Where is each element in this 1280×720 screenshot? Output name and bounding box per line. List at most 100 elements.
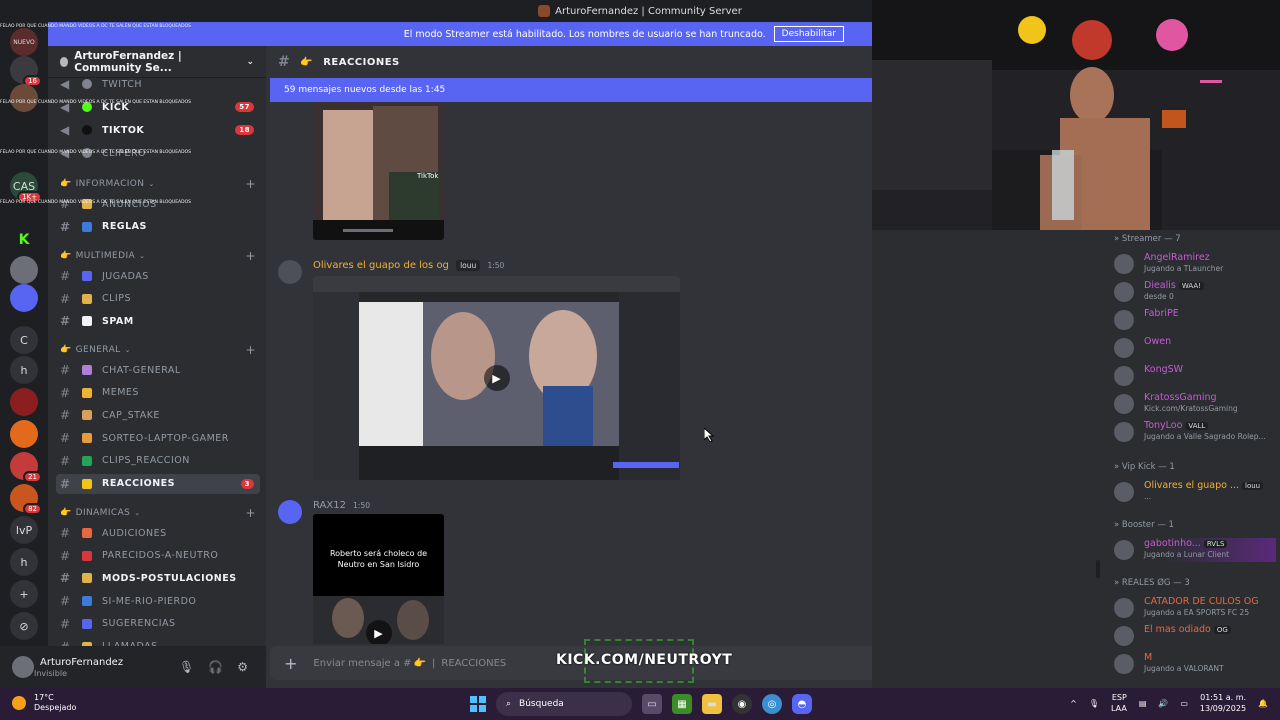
member-item[interactable]: KratossGaming Kick.com/KratossGaming bbox=[1114, 392, 1276, 416]
gear-icon[interactable]: ⚙ bbox=[237, 660, 248, 674]
pointing-hand-icon: 👉 bbox=[60, 345, 72, 355]
notification-bell-icon[interactable]: 🔔 bbox=[1258, 699, 1268, 708]
member-name-row: Olivares el guapo ... louu bbox=[1144, 480, 1264, 491]
member-tag: OG bbox=[1213, 626, 1231, 634]
channel-item-parecidos-a-neutro[interactable]: # PARECIDOS-A-NEUTRO bbox=[56, 546, 260, 566]
member-activity: ... bbox=[1144, 492, 1152, 501]
windows-start-icon[interactable] bbox=[470, 696, 486, 712]
server-icon[interactable]: K bbox=[10, 226, 38, 254]
weather-condition: Despejado bbox=[34, 703, 77, 712]
message-author[interactable]: RAX12 bbox=[313, 500, 346, 511]
play-icon[interactable]: ▶ bbox=[365, 620, 392, 644]
channel-name: AUDICIONES bbox=[102, 527, 167, 539]
channel-item-spam[interactable]: # SPAM bbox=[56, 311, 260, 331]
channel-item-mods-postulaciones[interactable]: # MODS-POSTULACIONES bbox=[56, 568, 260, 588]
channel-emoji-icon bbox=[82, 365, 92, 375]
channel-item-llamadas[interactable]: #LLAMADAS bbox=[56, 637, 260, 646]
server-icon[interactable]: h bbox=[10, 356, 38, 384]
obs-icon[interactable]: ◉ bbox=[732, 694, 752, 714]
add-channel-icon[interactable]: + bbox=[246, 506, 256, 520]
server-icon[interactable]: C bbox=[10, 326, 38, 354]
message-avatar[interactable] bbox=[278, 500, 302, 524]
avatar[interactable] bbox=[12, 656, 34, 678]
member-item[interactable]: Diealis WAA! desde 0 bbox=[1114, 280, 1276, 304]
channel-item-clips[interactable]: # CLIPS bbox=[56, 289, 260, 309]
message-avatar[interactable] bbox=[278, 260, 302, 284]
sun-icon bbox=[12, 696, 26, 710]
add-attachment-icon[interactable]: + bbox=[284, 654, 297, 673]
chevron-down-icon: ⌄ bbox=[134, 509, 141, 517]
server-icon[interactable] bbox=[10, 256, 38, 284]
member-item[interactable]: AngelRamirez Jugando a TLauncher bbox=[1114, 252, 1276, 276]
member-name: CATADOR DE CULOS OG bbox=[1144, 596, 1259, 607]
server-icon[interactable]: 82 bbox=[10, 484, 42, 515]
battery-icon[interactable]: ▭ bbox=[1180, 699, 1188, 708]
channel-name: CAP_STAKE bbox=[102, 409, 160, 421]
video-attachment[interactable]: ▶ bbox=[313, 276, 680, 480]
channel-item-reacciones[interactable]: # REACCIONES 3 bbox=[56, 473, 260, 494]
member-item[interactable]: KongSW bbox=[1114, 364, 1276, 388]
video-attachment[interactable]: TikTok bbox=[313, 102, 444, 240]
member-item[interactable]: Olivares el guapo ... louu... bbox=[1114, 480, 1276, 504]
scrollbar[interactable] bbox=[1096, 560, 1100, 578]
member-name-row: TonyLoo VALL bbox=[1144, 420, 1209, 431]
user-status: Invisible bbox=[34, 668, 67, 678]
chrome-icon[interactable]: ◎ bbox=[762, 694, 782, 714]
channel-item-si-me-rio-pierdo[interactable]: # SI-ME-RIO-PIERDO bbox=[56, 591, 260, 611]
category-dinamicas[interactable]: 👉 DINAMICAS ⌄ + bbox=[60, 505, 256, 521]
microphone-icon[interactable]: 🎙 bbox=[1089, 699, 1099, 708]
channel-item-memes[interactable]: # MEMES bbox=[56, 383, 260, 403]
server-icon[interactable] bbox=[10, 284, 38, 312]
channel-item-clips-reaccion[interactable]: # CLIPS_REACCION bbox=[56, 451, 260, 471]
headphones-icon[interactable]: 🎧 bbox=[208, 660, 223, 674]
channel-item-cap-stake[interactable]: # CAP_STAKE bbox=[56, 405, 260, 425]
channel-item-sorteo-laptop-gamer[interactable]: # SORTEO-LAPTOP-GAMER bbox=[56, 428, 260, 448]
channel-item-reglas[interactable]: # REGLAS bbox=[56, 217, 260, 237]
minecraft-icon[interactable]: ▦ bbox=[672, 694, 692, 714]
member-item[interactable]: Owen bbox=[1114, 336, 1276, 360]
discord-icon[interactable]: ◓ bbox=[792, 694, 812, 714]
member-item[interactable]: TonyLoo VALL Jugando a Valle Sagrado Rolep… bbox=[1114, 420, 1276, 444]
member-item[interactable]: CATADOR DE CULOS OG Jugando a EA SPORTS F… bbox=[1114, 596, 1276, 620]
channel-item-audiciones[interactable]: # AUDICIONES bbox=[56, 523, 260, 543]
network-icon[interactable]: ▤ bbox=[1139, 699, 1147, 708]
server-icon[interactable]: ⊘ bbox=[10, 612, 38, 640]
member-name-row: KongSW bbox=[1144, 364, 1183, 375]
file-explorer-icon[interactable]: ▬ bbox=[702, 694, 722, 714]
weather-widget[interactable]: 17°C Despejado bbox=[12, 693, 76, 713]
add-channel-icon[interactable]: + bbox=[246, 249, 256, 263]
server-icon[interactable]: + bbox=[10, 580, 38, 608]
avatar bbox=[1114, 338, 1134, 358]
server-icon[interactable]: h bbox=[10, 548, 38, 576]
channel-item-chat-general[interactable]: # CHAT-GENERAL bbox=[56, 360, 260, 380]
add-channel-icon[interactable]: + bbox=[246, 343, 256, 357]
server-icon[interactable]: lvP bbox=[10, 516, 38, 544]
member-item[interactable]: gabotinho... RVLS Jugando a Lunar Client bbox=[1114, 538, 1276, 562]
member-item[interactable]: M Jugando a VALORANT bbox=[1114, 652, 1276, 676]
channel-item-jugadas[interactable]: # JUGADAS bbox=[56, 266, 260, 286]
member-item[interactable]: El mas odiado OG bbox=[1114, 624, 1276, 648]
message-author[interactable]: Olivares el guapo de los og bbox=[313, 260, 449, 271]
video-attachment[interactable]: Roberto será choleco de Neutro en San Is… bbox=[313, 514, 444, 644]
new-messages-bar[interactable]: 59 mensajes nuevos desde las 1:45 bbox=[270, 78, 872, 102]
add-channel-icon[interactable]: + bbox=[246, 177, 256, 191]
microphone-icon[interactable]: 🎙 bbox=[179, 660, 194, 674]
category-general[interactable]: 👉 GENERAL ⌄ + bbox=[60, 342, 256, 358]
disable-streamer-mode-button[interactable]: Deshabilitar bbox=[773, 26, 844, 42]
language-indicator[interactable]: ESP LAA bbox=[1111, 692, 1127, 714]
member-item[interactable]: FabriPE bbox=[1114, 308, 1276, 332]
task-view-icon[interactable]: ▭ bbox=[642, 694, 662, 714]
chevron-up-icon[interactable]: ^ bbox=[1070, 699, 1077, 708]
clock[interactable]: 01:51 a. m. 13/09/2025 bbox=[1200, 692, 1246, 714]
server-icon[interactable] bbox=[10, 388, 38, 416]
play-icon[interactable]: ▶ bbox=[483, 365, 510, 391]
server-logo-icon bbox=[538, 5, 551, 17]
server-icon[interactable]: 21 bbox=[10, 452, 42, 483]
volume-icon[interactable]: 🔊 bbox=[1158, 699, 1168, 708]
server-icon[interactable] bbox=[10, 420, 38, 448]
hash-icon: # bbox=[60, 408, 71, 423]
channel-item-sugerencias[interactable]: # SUGERENCIAS bbox=[56, 614, 260, 634]
taskbar-search[interactable]: ⌕ Búsqueda bbox=[496, 692, 632, 716]
video-thumbnail bbox=[313, 102, 444, 240]
category-multimedia[interactable]: 👉 MULTIMEDIA ⌄ + bbox=[60, 248, 256, 264]
